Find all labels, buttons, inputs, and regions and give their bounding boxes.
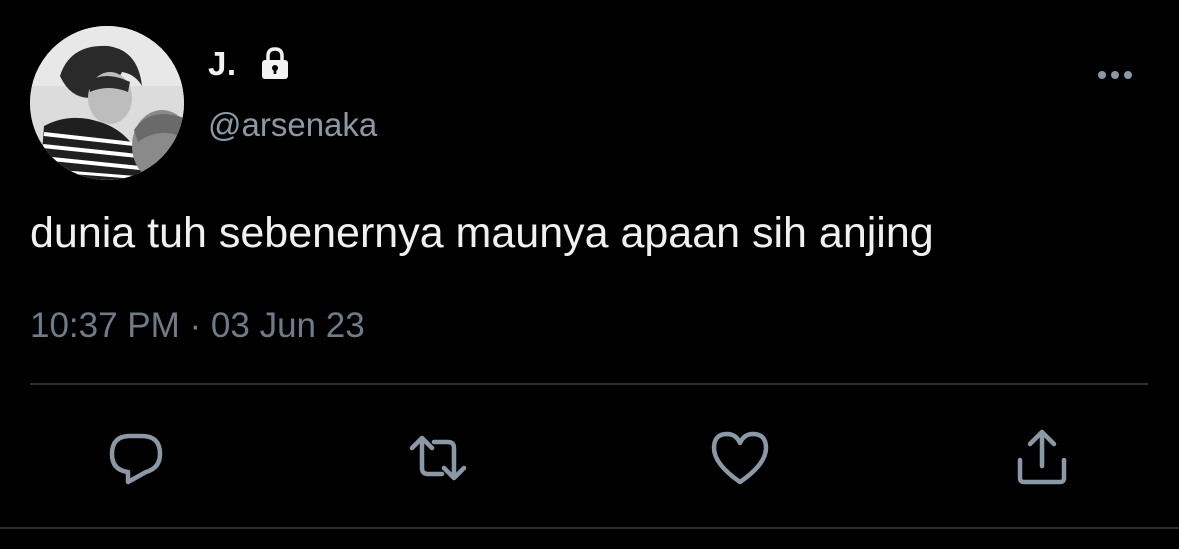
tweet: J. @arsenaka dunia tuh sebenernya maunya… [0, 0, 1179, 549]
lock-icon [255, 44, 295, 84]
retweet-icon [409, 435, 467, 481]
tweet-text: dunia tuh sebenernya maunya apaan sih an… [30, 209, 934, 257]
timestamp[interactable]: 10:37 PM · 03 Jun 23 [30, 306, 365, 346]
bottom-divider [0, 527, 1179, 529]
reply-button[interactable] [106, 428, 166, 488]
avatar[interactable] [30, 26, 184, 180]
display-name-row: J. [208, 42, 295, 86]
share-icon [1017, 429, 1067, 485]
more-horizontal-icon [1098, 71, 1132, 79]
heart-icon [711, 431, 769, 485]
like-button[interactable] [710, 428, 770, 488]
divider [30, 383, 1148, 385]
retweet-button[interactable] [408, 428, 468, 488]
handle[interactable]: @arsenaka [208, 106, 377, 144]
reply-icon [109, 433, 163, 485]
display-name[interactable]: J. [208, 45, 237, 83]
avatar-image [30, 26, 184, 180]
more-button[interactable] [1090, 62, 1140, 88]
share-button[interactable] [1012, 428, 1072, 488]
